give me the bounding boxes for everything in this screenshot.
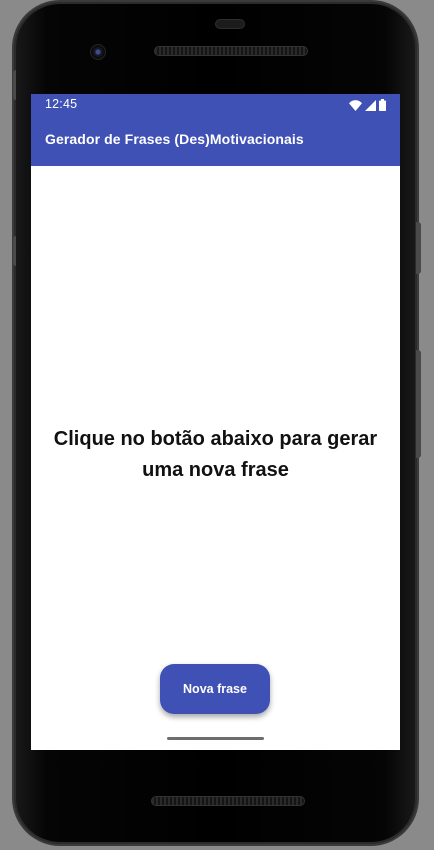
- frame-edge-detail: [13, 70, 16, 100]
- gesture-nav-bar[interactable]: [167, 737, 264, 740]
- new-phrase-button[interactable]: Nova frase: [160, 664, 270, 714]
- top-sensor: [215, 19, 245, 29]
- emulator-stage: 12:45 Gerador de Frases (Des)Motivaciona…: [0, 0, 434, 850]
- front-camera: [90, 44, 106, 60]
- phrase-text: Clique no botão abaixo para gerar uma no…: [53, 428, 378, 481]
- app-title: Gerador de Frases (Des)Motivacionais: [45, 131, 304, 147]
- power-button[interactable]: [416, 350, 421, 458]
- battery-icon: [379, 99, 386, 111]
- main-content: Clique no botão abaixo para gerar uma no…: [31, 166, 400, 750]
- device-screen: 12:45 Gerador de Frases (Des)Motivaciona…: [31, 94, 400, 750]
- cell-signal-icon: [365, 99, 376, 111]
- status-bar: 12:45: [31, 94, 400, 116]
- status-icons: [349, 98, 386, 112]
- status-time: 12:45: [45, 97, 78, 111]
- bottom-speaker-grille: [151, 796, 305, 806]
- top-speaker-grille: [154, 46, 308, 56]
- wifi-icon: [349, 99, 362, 111]
- app-bar: Gerador de Frases (Des)Motivacionais: [31, 116, 400, 166]
- volume-button[interactable]: [416, 222, 421, 274]
- frame-edge-detail: [13, 236, 16, 266]
